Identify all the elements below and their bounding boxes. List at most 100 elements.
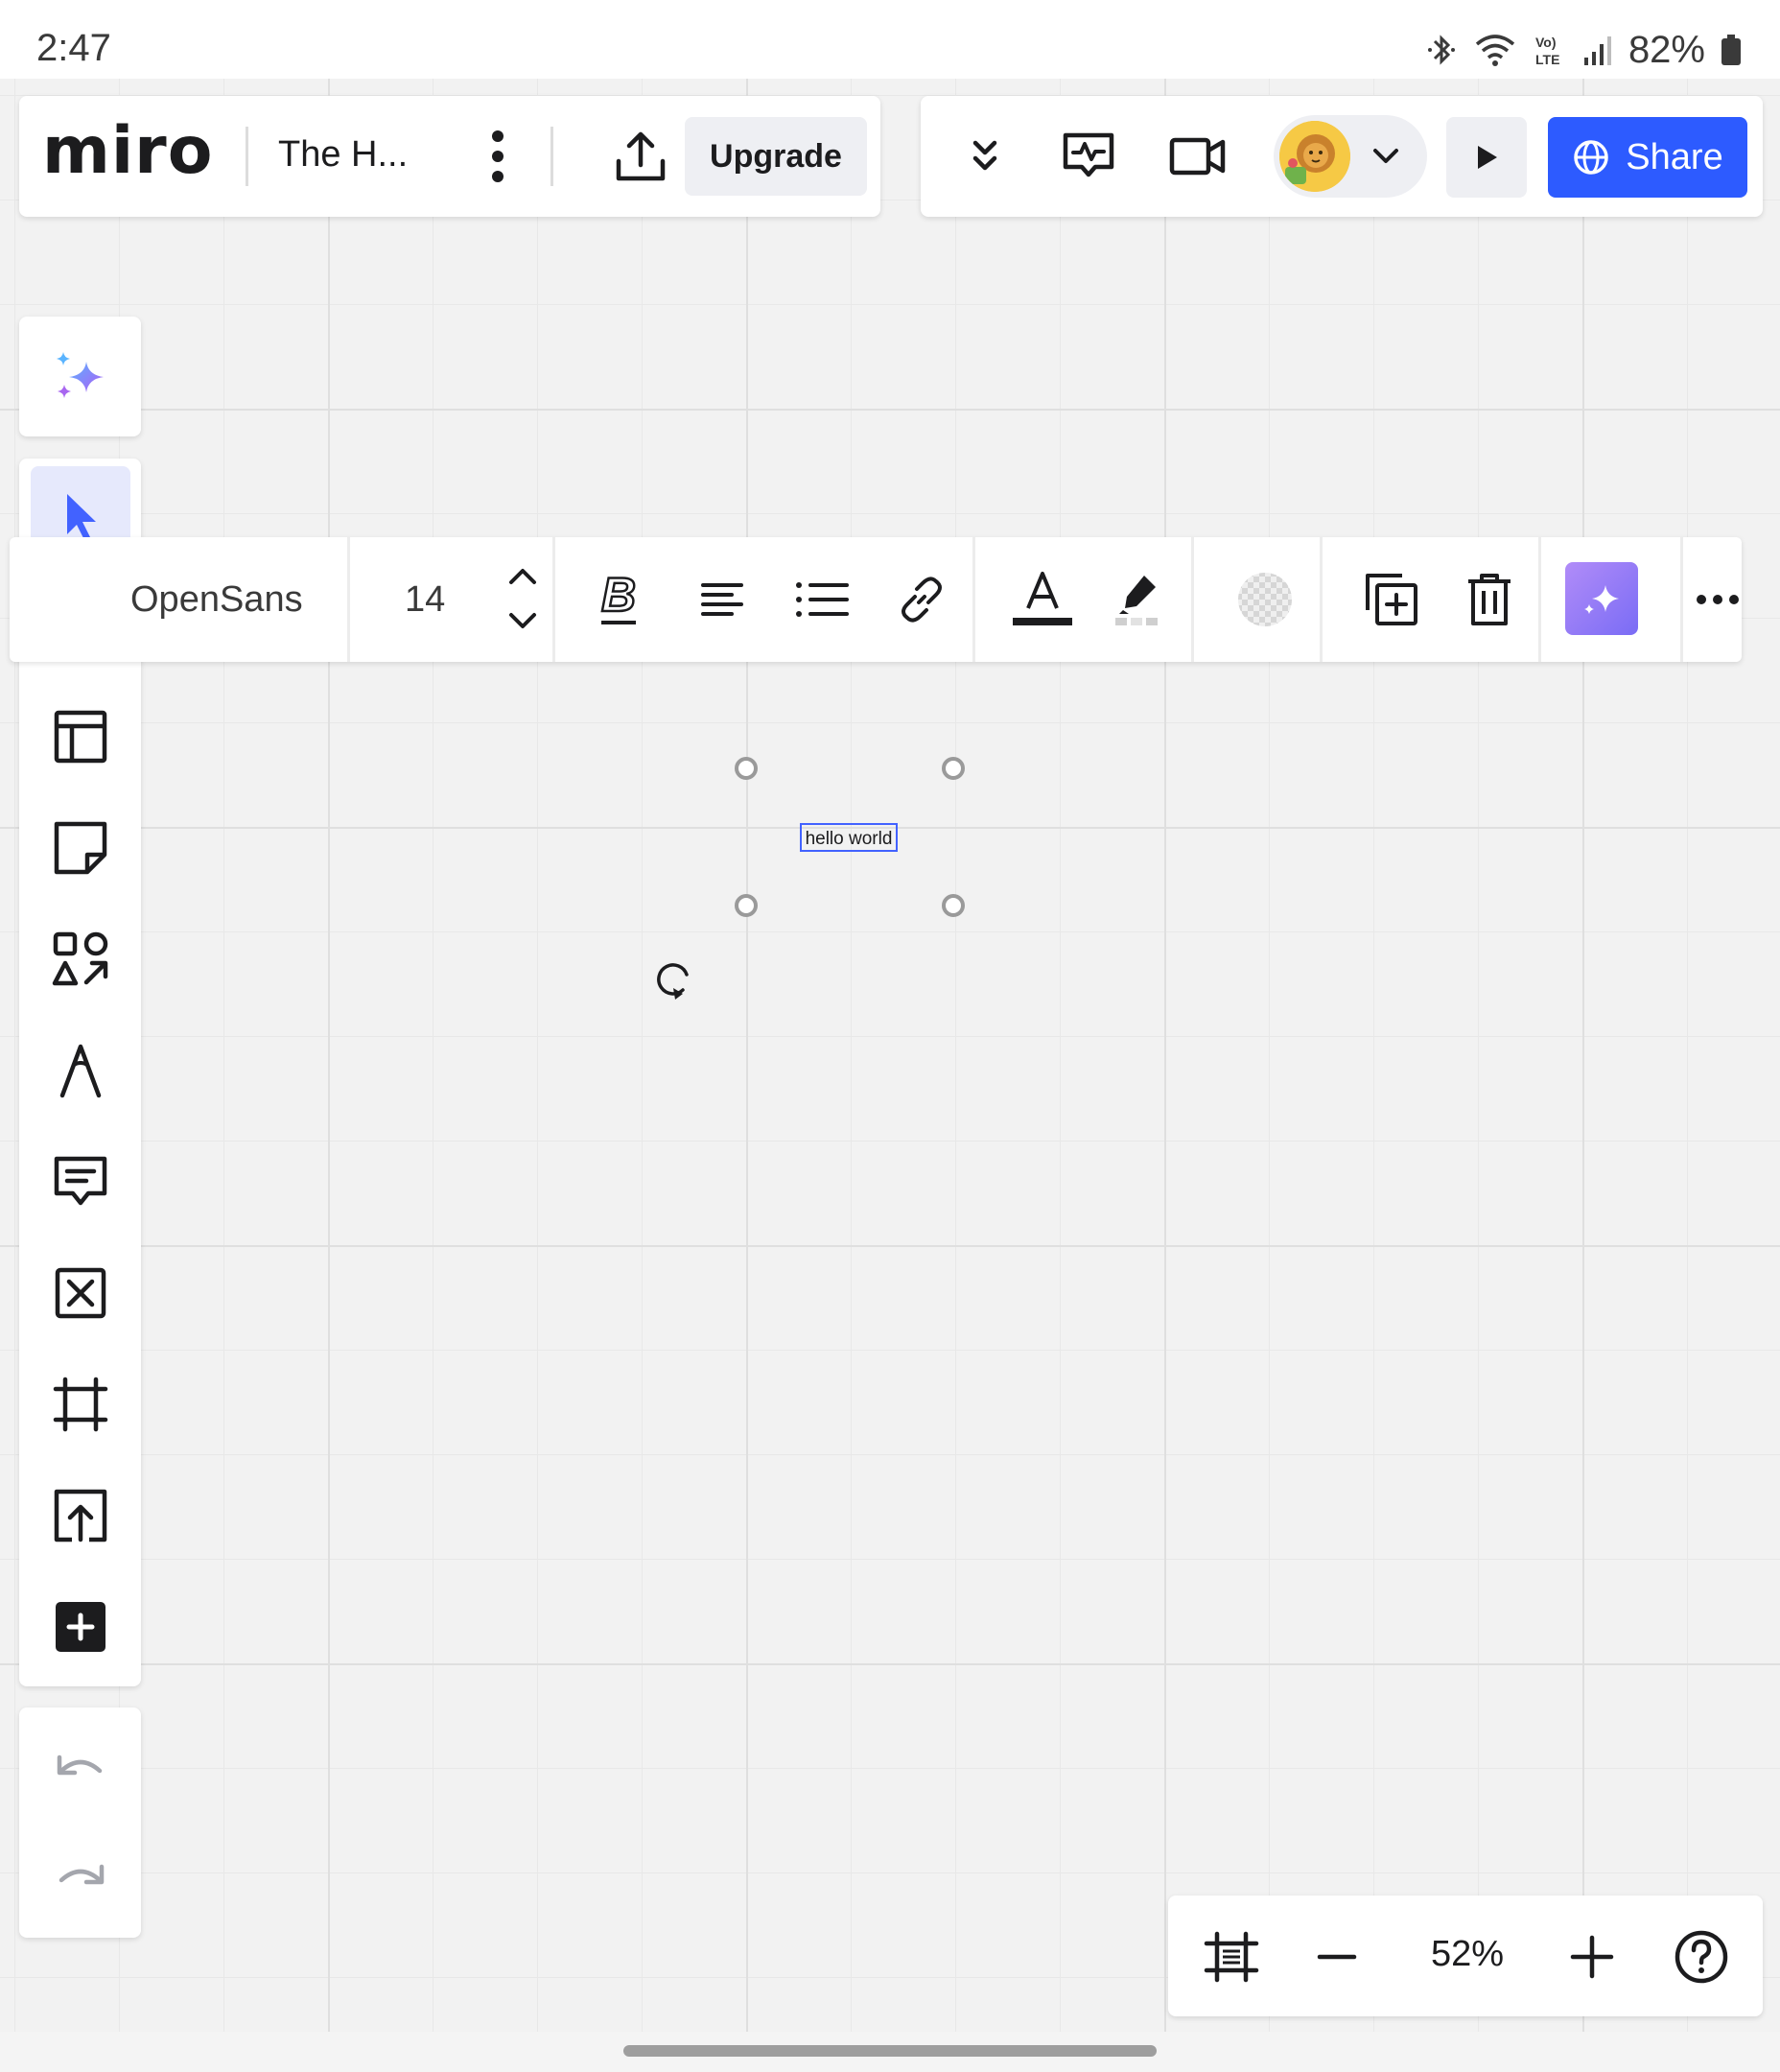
sticky-note-icon bbox=[54, 821, 107, 875]
zoom-level[interactable]: 52% bbox=[1419, 1934, 1515, 1975]
wifi-icon bbox=[1473, 33, 1517, 67]
bold-button[interactable]: B bbox=[574, 554, 664, 645]
tool-more[interactable] bbox=[31, 1577, 130, 1677]
font-size-value[interactable]: 14 bbox=[405, 579, 445, 621]
share-button[interactable]: Share bbox=[1548, 117, 1747, 198]
zoom-out-button[interactable] bbox=[1297, 1917, 1377, 1997]
bluetooth-icon bbox=[1425, 33, 1458, 67]
text-color-icon bbox=[1013, 572, 1072, 625]
board-title[interactable]: The H... bbox=[278, 134, 408, 176]
video-call-button[interactable] bbox=[1155, 113, 1241, 200]
link-button[interactable] bbox=[877, 554, 967, 645]
highlighter-icon bbox=[1115, 576, 1158, 625]
delete-button[interactable] bbox=[1444, 554, 1534, 645]
help-button[interactable] bbox=[1661, 1917, 1742, 1997]
resize-handle-top-right[interactable] bbox=[942, 757, 965, 780]
tool-templates[interactable] bbox=[31, 687, 130, 787]
comment-icon bbox=[54, 1156, 107, 1206]
fit-to-screen-button[interactable] bbox=[1191, 1917, 1272, 1997]
undo-icon bbox=[57, 1754, 103, 1776]
globe-icon bbox=[1574, 140, 1609, 175]
undo-button[interactable] bbox=[31, 1717, 130, 1817]
user-avatar bbox=[1279, 121, 1350, 192]
tool-sticky-note[interactable] bbox=[31, 798, 130, 898]
svg-text:B: B bbox=[601, 573, 636, 622]
tool-comment[interactable] bbox=[31, 1132, 130, 1232]
selected-text-item[interactable]: hello world bbox=[800, 823, 898, 852]
font-family-select[interactable]: OpenSans bbox=[130, 579, 303, 621]
video-camera-icon bbox=[1169, 137, 1226, 176]
more-options-button[interactable] bbox=[1694, 554, 1742, 645]
resize-handle-bottom-left[interactable] bbox=[735, 894, 758, 917]
transparent-fill-icon bbox=[1238, 573, 1292, 626]
history-panel bbox=[19, 1707, 141, 1938]
cursor-arrow-icon bbox=[67, 494, 96, 540]
bullet-list-icon bbox=[796, 582, 849, 617]
plus-square-icon bbox=[56, 1602, 105, 1652]
divider bbox=[1191, 537, 1194, 662]
board-header-panel: miro The H... Upgrade bbox=[19, 96, 880, 217]
board-menu-button[interactable] bbox=[460, 119, 535, 194]
highlight-button[interactable] bbox=[1093, 554, 1183, 645]
upload-share-icon bbox=[616, 131, 666, 181]
trash-icon bbox=[1468, 574, 1511, 625]
sparkles-icon bbox=[56, 351, 104, 398]
battery-level: 82% bbox=[1628, 28, 1705, 71]
list-button[interactable] bbox=[777, 554, 867, 645]
svg-text:Vo): Vo) bbox=[1535, 35, 1557, 50]
text-format-toolbar: OpenSans 14 B bbox=[10, 537, 1742, 662]
upload-icon bbox=[54, 1489, 107, 1542]
collapse-toolbar-button[interactable] bbox=[942, 113, 1028, 200]
font-size-stepper[interactable] bbox=[489, 553, 556, 647]
status-time: 2:47 bbox=[36, 27, 111, 69]
export-button[interactable] bbox=[595, 119, 687, 194]
reactions-button[interactable] bbox=[1045, 113, 1132, 200]
zoom-panel: 52% bbox=[1168, 1895, 1763, 2016]
divider bbox=[1680, 537, 1683, 662]
zoom-in-button[interactable] bbox=[1552, 1917, 1632, 1997]
upgrade-button[interactable]: Upgrade bbox=[685, 117, 867, 196]
divider bbox=[347, 537, 350, 662]
redo-button[interactable] bbox=[31, 1826, 130, 1926]
play-icon bbox=[1478, 146, 1497, 169]
ai-assist-button[interactable] bbox=[19, 317, 141, 436]
rotate-icon bbox=[657, 963, 689, 1000]
fill-color-button[interactable] bbox=[1220, 554, 1310, 645]
battery-icon bbox=[1721, 33, 1742, 67]
tool-upload[interactable] bbox=[31, 1466, 130, 1566]
layout-template-icon bbox=[54, 710, 107, 764]
redo-icon bbox=[59, 1864, 105, 1885]
ai-format-button[interactable] bbox=[1565, 562, 1638, 635]
x-square-icon bbox=[55, 1267, 106, 1319]
duplicate-icon bbox=[1366, 574, 1417, 625]
duplicate-button[interactable] bbox=[1347, 554, 1437, 645]
tool-shapes[interactable] bbox=[31, 909, 130, 1009]
tool-frame[interactable] bbox=[31, 1354, 130, 1454]
status-icons: Vo) LTE 82% bbox=[1425, 27, 1742, 73]
collaborators-button[interactable] bbox=[1274, 115, 1427, 198]
align-button[interactable] bbox=[677, 554, 767, 645]
volte-icon: Vo) LTE bbox=[1533, 33, 1567, 67]
frame-icon bbox=[53, 1377, 108, 1432]
more-horizontal-icon bbox=[1697, 595, 1739, 604]
share-label: Share bbox=[1626, 136, 1723, 177]
divider bbox=[972, 537, 975, 662]
divider bbox=[550, 127, 553, 186]
text-color-button[interactable] bbox=[997, 554, 1088, 645]
miro-logo[interactable]: miro bbox=[42, 113, 213, 189]
present-button[interactable] bbox=[1446, 117, 1527, 198]
presentation-pulse-icon bbox=[1063, 132, 1114, 177]
resize-handle-top-left[interactable] bbox=[735, 757, 758, 780]
divider bbox=[1538, 537, 1541, 662]
pen-draw-icon bbox=[59, 1044, 102, 1098]
home-indicator[interactable] bbox=[623, 2045, 1157, 2057]
chevron-down-icon bbox=[1373, 149, 1398, 163]
tool-crossed-box[interactable] bbox=[31, 1243, 130, 1343]
help-circle-icon bbox=[1675, 1930, 1728, 1984]
resize-handle-bottom-right[interactable] bbox=[942, 894, 965, 917]
align-left-icon bbox=[701, 583, 743, 616]
sparkles-icon bbox=[1584, 585, 1619, 614]
tool-pen[interactable] bbox=[31, 1021, 130, 1120]
rotate-handle[interactable] bbox=[652, 957, 694, 1003]
svg-text:LTE: LTE bbox=[1535, 52, 1559, 67]
